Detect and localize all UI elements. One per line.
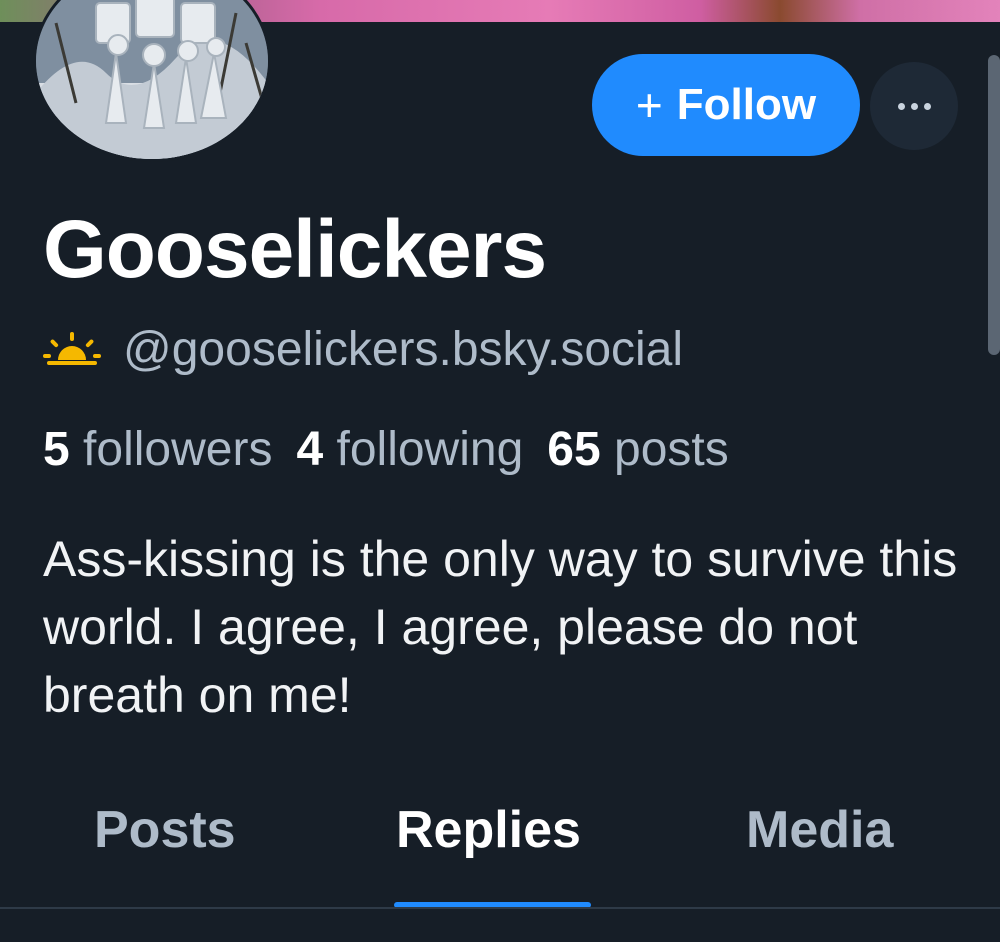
scrollbar[interactable] <box>988 55 1000 355</box>
follow-button-label: Follow <box>676 80 817 129</box>
posts-stat: 65 posts <box>547 422 728 477</box>
display-name: Gooselickers <box>43 204 547 295</box>
tab-media[interactable]: Media <box>746 800 893 860</box>
profile-stats: 5 followers 4 following 65 posts <box>43 422 729 477</box>
followers-stat[interactable]: 5 followers <box>43 422 272 477</box>
following-stat[interactable]: 4 following <box>296 422 523 477</box>
profile-tabs: Posts Replies Media <box>0 790 1000 908</box>
profile-page: + Follow Gooselickers @gooselickers.bsky… <box>0 0 1000 942</box>
tab-replies[interactable]: Replies <box>396 800 581 860</box>
follow-button[interactable]: + Follow <box>592 54 860 156</box>
avatar[interactable] <box>33 0 271 162</box>
handle-row: @gooselickers.bsky.social <box>43 322 683 377</box>
following-count: 4 <box>296 423 324 476</box>
more-horizontal-icon <box>897 102 931 110</box>
sun-icon <box>43 331 101 365</box>
followers-count: 5 <box>43 423 70 476</box>
posts-label: posts <box>614 423 729 476</box>
divider <box>0 907 1000 909</box>
followers-label: followers <box>83 423 273 476</box>
more-options-button[interactable] <box>870 62 958 150</box>
following-label: following <box>336 423 524 476</box>
profile-bio: Ass-kissing is the only way to survive t… <box>43 531 958 723</box>
handle[interactable]: @gooselickers.bsky.social <box>123 322 683 377</box>
avatar-image <box>36 0 268 159</box>
posts-count: 65 <box>547 423 601 476</box>
tab-posts[interactable]: Posts <box>94 800 236 860</box>
plus-icon: + <box>635 79 663 131</box>
